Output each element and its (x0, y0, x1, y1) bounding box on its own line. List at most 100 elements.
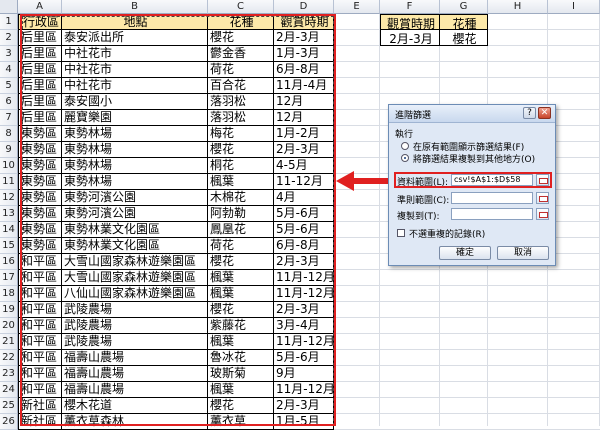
radio-copy-to-location[interactable] (401, 154, 409, 162)
table-header-cell[interactable]: 行政區 (18, 14, 62, 30)
row-header[interactable]: 10 (0, 158, 18, 174)
period-cell[interactable]: 5月-6月 (274, 222, 334, 238)
location-cell[interactable]: 八仙山國家森林遊樂園區 (62, 286, 208, 302)
row-header[interactable]: 4 (0, 62, 18, 78)
row-header[interactable]: 26 (0, 414, 18, 430)
row-header[interactable]: 14 (0, 222, 18, 238)
district-cell[interactable]: 新社區 (18, 398, 62, 414)
ok-button[interactable]: 確定 (439, 246, 491, 260)
table-header-cell[interactable]: 花種 (208, 14, 274, 30)
location-cell[interactable]: 中社花市 (62, 46, 208, 62)
period-cell[interactable]: 4-5月 (274, 158, 334, 174)
flower-cell[interactable]: 鬱金香 (208, 46, 274, 62)
location-cell[interactable]: 泰安派出所 (62, 30, 208, 46)
column-header-h[interactable]: H (488, 0, 548, 14)
table-header-cell[interactable]: 地點 (62, 14, 208, 30)
period-cell[interactable]: 2月-3月 (274, 302, 334, 318)
period-cell[interactable]: 11月-12月 (274, 382, 334, 398)
flower-cell[interactable]: 楓葉 (208, 174, 274, 190)
column-header-e[interactable]: E (334, 0, 380, 14)
period-cell[interactable]: 11月-12月 (274, 334, 334, 350)
dialog-titlebar[interactable]: 進階篩選 ? ✕ (389, 105, 555, 123)
column-header-b[interactable]: B (62, 0, 208, 14)
flower-cell[interactable]: 櫻花 (208, 30, 274, 46)
flower-cell[interactable]: 梅花 (208, 126, 274, 142)
location-cell[interactable]: 薰衣草森林 (62, 414, 208, 430)
location-cell[interactable]: 東勢林業文化園區 (62, 238, 208, 254)
period-cell[interactable]: 6月-8月 (274, 238, 334, 254)
flower-cell[interactable]: 荷花 (208, 62, 274, 78)
district-cell[interactable]: 后里區 (18, 30, 62, 46)
row-header[interactable]: 2 (0, 30, 18, 46)
criteria-header-period[interactable]: 觀賞時期 (380, 14, 440, 30)
flower-cell[interactable]: 楓葉 (208, 334, 274, 350)
district-cell[interactable]: 新社區 (18, 414, 62, 430)
district-cell[interactable]: 和平區 (18, 334, 62, 350)
period-cell[interactable]: 4月 (274, 190, 334, 206)
period-cell[interactable]: 1月-3月 (274, 46, 334, 62)
row-header[interactable]: 7 (0, 110, 18, 126)
period-cell[interactable]: 11-12月 (274, 174, 334, 190)
district-cell[interactable]: 和平區 (18, 350, 62, 366)
period-cell[interactable]: 2月-3月 (274, 30, 334, 46)
location-cell[interactable]: 大雪山國家森林遊樂園區 (62, 254, 208, 270)
radio-filter-in-place[interactable] (401, 142, 409, 150)
period-cell[interactable]: 11月-12月 (274, 286, 334, 302)
row-header[interactable]: 8 (0, 126, 18, 142)
column-header-d[interactable]: D (274, 0, 334, 14)
flower-cell[interactable]: 楓葉 (208, 270, 274, 286)
district-cell[interactable]: 和平區 (18, 302, 62, 318)
location-cell[interactable]: 福壽山農場 (62, 382, 208, 398)
district-cell[interactable]: 東勢區 (18, 158, 62, 174)
flower-cell[interactable]: 櫻花 (208, 142, 274, 158)
location-cell[interactable]: 中社花市 (62, 62, 208, 78)
district-cell[interactable]: 和平區 (18, 382, 62, 398)
location-cell[interactable]: 櫻木花道 (62, 398, 208, 414)
period-cell[interactable]: 2月-3月 (274, 398, 334, 414)
period-cell[interactable]: 3月-4月 (274, 318, 334, 334)
row-header[interactable]: 16 (0, 254, 18, 270)
flower-cell[interactable]: 楓葉 (208, 286, 274, 302)
location-cell[interactable]: 東勢林場 (62, 126, 208, 142)
location-cell[interactable]: 東勢河濱公園 (62, 206, 208, 222)
row-header[interactable]: 5 (0, 78, 18, 94)
period-cell[interactable]: 2月-3月 (274, 142, 334, 158)
location-cell[interactable]: 東勢林業文化園區 (62, 222, 208, 238)
criteria-range-picker-icon[interactable] (536, 192, 549, 204)
row-header[interactable]: 15 (0, 238, 18, 254)
district-cell[interactable]: 和平區 (18, 366, 62, 382)
column-header-f[interactable]: F (380, 0, 440, 14)
location-cell[interactable]: 中社花市 (62, 78, 208, 94)
row-header[interactable]: 18 (0, 286, 18, 302)
location-cell[interactable]: 福壽山農場 (62, 366, 208, 382)
location-cell[interactable]: 東勢林場 (62, 158, 208, 174)
criteria-value-period[interactable]: 2月-3月 (380, 30, 440, 46)
district-cell[interactable]: 和平區 (18, 254, 62, 270)
flower-cell[interactable]: 櫻花 (208, 302, 274, 318)
flower-cell[interactable]: 紫藤花 (208, 318, 274, 334)
district-cell[interactable]: 后里區 (18, 62, 62, 78)
location-cell[interactable]: 東勢河濱公園 (62, 190, 208, 206)
flower-cell[interactable]: 百合花 (208, 78, 274, 94)
flower-cell[interactable]: 鳳凰花 (208, 222, 274, 238)
row-header[interactable]: 24 (0, 382, 18, 398)
period-cell[interactable]: 5月-6月 (274, 206, 334, 222)
district-cell[interactable]: 后里區 (18, 46, 62, 62)
unique-records-checkbox[interactable] (397, 229, 405, 237)
district-cell[interactable]: 東勢區 (18, 238, 62, 254)
criteria-range-input[interactable] (451, 192, 533, 204)
period-cell[interactable]: 1月-5月 (274, 414, 334, 430)
flower-cell[interactable]: 櫻花 (208, 254, 274, 270)
location-cell[interactable]: 武陵農場 (62, 318, 208, 334)
row-header[interactable]: 3 (0, 46, 18, 62)
column-header-a[interactable]: A (18, 0, 62, 14)
help-button[interactable]: ? (523, 107, 536, 119)
select-all-corner[interactable] (0, 0, 18, 14)
district-cell[interactable]: 東勢區 (18, 142, 62, 158)
district-cell[interactable]: 后里區 (18, 94, 62, 110)
close-button[interactable]: ✕ (538, 107, 551, 119)
district-cell[interactable]: 和平區 (18, 270, 62, 286)
row-header[interactable]: 25 (0, 398, 18, 414)
district-cell[interactable]: 和平區 (18, 286, 62, 302)
table-header-cell[interactable]: 觀賞時期 (274, 14, 334, 30)
